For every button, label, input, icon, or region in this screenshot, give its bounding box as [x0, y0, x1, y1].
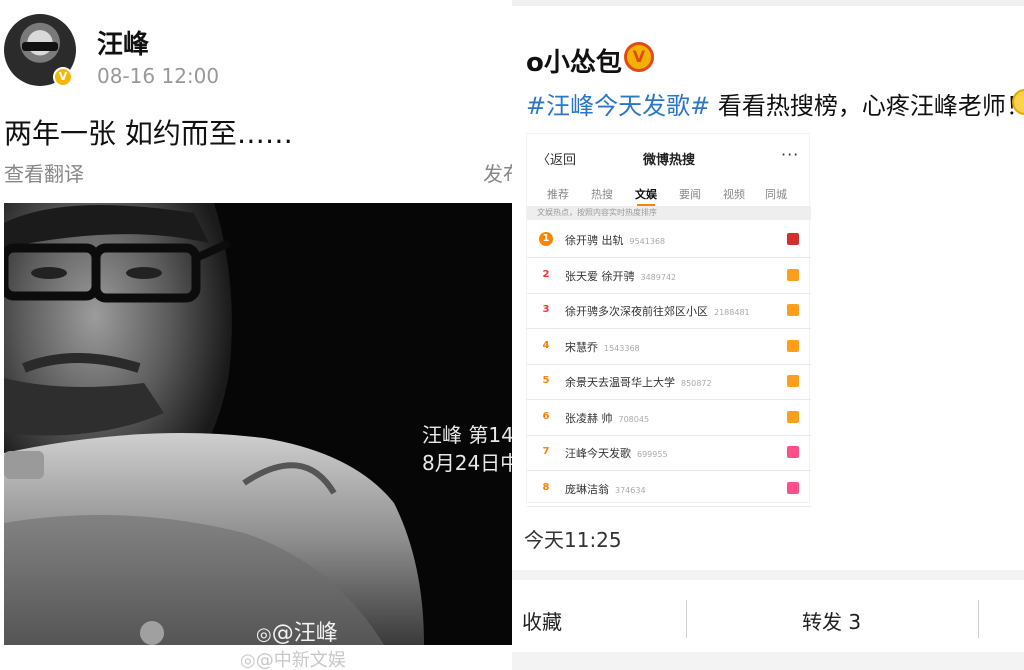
username[interactable]: o小怂包 [526, 42, 622, 79]
album-announcement-line1: 汪峰 第14张 [422, 423, 512, 447]
rank-title-text: 宋慧乔 [565, 340, 598, 354]
hot-search-row: 2 张天爱 徐开骋 3489742 [527, 258, 811, 294]
rank-number: 1 [539, 232, 553, 246]
rank-heat-count: 1543368 [604, 343, 640, 353]
tab-news: 要闻 [679, 188, 701, 201]
rank-heat-count: 2188481 [714, 308, 750, 317]
rank-title: 徐开骋多次深夜前往郊区小区 2188481 [565, 303, 750, 319]
rank-number: 5 [542, 375, 550, 386]
rank-title: 汪峰今天发歌 699955 [565, 445, 668, 461]
rank-title: 张天爱 徐开骋 3489742 [565, 268, 676, 284]
rank-title: 余景天去温哥华上大学 850872 [565, 374, 712, 390]
rank-heat-count: 699955 [637, 450, 668, 459]
tab-recommend: 推荐 [547, 188, 569, 201]
rank-title: 宋慧乔 1543368 [565, 339, 640, 355]
hot-search-row: 8 庞琳洁翁 374634 [527, 471, 811, 507]
screenshot-nav-bar: 〈返回 微博热搜 ··· [527, 134, 811, 180]
action-separator [686, 600, 687, 638]
photo-watermark-text: @汪峰 [271, 621, 338, 645]
hot-search-row: 3 徐开骋多次深夜前往郊区小区 2188481 [527, 293, 811, 329]
back-button: 〈返回 [537, 153, 577, 168]
rank-heat-count: 708045 [618, 414, 650, 424]
bottom-divider [512, 652, 1024, 670]
rank-tag-icon [787, 339, 799, 352]
rank-number: 8 [542, 481, 550, 493]
post-time: 08-16 12:00 [97, 64, 220, 88]
right-post-panel: o小怂包 V #汪峰今天发歌# 看看热搜榜，心疼汪峰老师！ 〈返回 微博热搜 ·… [512, 0, 1024, 670]
avatar-sunglasses [22, 42, 58, 51]
source-watermark-text: @中新文娱 [255, 650, 346, 670]
rank-number: 6 [542, 410, 550, 422]
hot-search-row: 7 汪峰今天发歌 699955 [527, 435, 811, 471]
photo-watermark: ◎@汪峰 [256, 615, 338, 645]
rank-heat-count: 850872 [681, 379, 712, 388]
rank-tag-icon [787, 481, 799, 494]
rank-title-text: 余景天去温哥华上大学 [565, 376, 675, 389]
rank-title-text: 庞琳洁翁 [565, 482, 609, 496]
post-text: 两年一张 如约而至…… [4, 117, 293, 150]
repost-button[interactable]: 转发 3 [802, 606, 861, 635]
rank-number: 3 [542, 304, 550, 315]
post-image[interactable]: 汪峰 第14张 8月24日中午 ◎@汪峰 [4, 203, 512, 645]
translate-link[interactable]: 查看翻译 [4, 158, 84, 187]
rank-tag-icon [787, 446, 799, 458]
rank-title-text: 张凌赫 帅 [565, 411, 613, 425]
rank-title-text: 徐开骋 出轨 [565, 234, 624, 247]
hashtag-link[interactable]: #汪峰今天发歌# [526, 92, 710, 120]
rank-tag-icon [787, 304, 799, 316]
rank-title-text: 张天爱 徐开骋 [565, 269, 635, 283]
screenshot-subheader: 文娱热点，按照内容实时热度排序 [527, 206, 811, 220]
weibo-logo-icon: ◎ [240, 650, 256, 670]
tab-entertainment: 文娱 [635, 188, 657, 201]
rank-title: 徐开骋 出轨 9541368 [565, 232, 665, 248]
post-text-body: 看看热搜榜，心疼汪峰老师！ [710, 92, 1024, 120]
hot-search-row: 6 张凌赫 帅 708045 [527, 400, 811, 436]
publish-time-label: 发布 [483, 162, 512, 186]
rank-tag-icon [787, 233, 799, 245]
rank-title-text: 汪峰今天发歌 [565, 447, 631, 460]
hot-search-screenshot[interactable]: 〈返回 微博热搜 ··· 推荐 热搜 文娱 要闻 视频 同城 文娱热点，按照内容… [526, 133, 811, 507]
rank-number: 7 [542, 446, 550, 457]
left-post-panel: V 汪峰 08-16 12:00 两年一张 如约而至…… 查看翻译 发布 [0, 0, 512, 670]
rank-number: 2 [542, 268, 550, 280]
screenshot-tabs: 推荐 热搜 文娱 要闻 视频 同城 [527, 182, 811, 206]
post-time: 今天11:25 [524, 528, 622, 552]
top-divider [512, 0, 1024, 6]
rank-title-text: 徐开骋多次深夜前往郊区小区 [565, 305, 708, 318]
source-watermark: ◎@中新文娱 [240, 646, 346, 670]
rank-heat-count: 3489742 [640, 272, 677, 282]
rank-tag-icon [787, 410, 799, 423]
section-divider [512, 570, 1024, 580]
weibo-logo-icon: ◎ [256, 624, 272, 645]
rank-heat-count: 374634 [615, 485, 646, 495]
username[interactable]: 汪峰 [97, 24, 149, 61]
save-button[interactable]: 收藏 [522, 606, 562, 635]
screenshot-title: 微博热搜 [643, 153, 696, 168]
rank-heat-count: 9541368 [629, 237, 666, 246]
tab-hot: 热搜 [591, 188, 613, 201]
more-icon: ··· [781, 145, 800, 164]
hot-search-row: 1 徐开骋 出轨 9541368 [527, 222, 811, 258]
subheader-text: 文娱热点，按照内容实时热度排序 [537, 208, 657, 217]
rank-number: 4 [542, 339, 550, 351]
rank-tag-icon [787, 375, 799, 387]
album-announcement-line2: 8月24日中午 [422, 451, 512, 475]
verified-badge-icon: V [53, 67, 73, 87]
hot-search-row: 5 余景天去温哥华上大学 850872 [527, 364, 811, 400]
rank-title: 张凌赫 帅 708045 [565, 410, 649, 426]
tab-local: 同城 [765, 188, 787, 201]
verified-v-icon: V [624, 42, 654, 72]
rank-title: 庞琳洁翁 374634 [565, 481, 646, 497]
tab-video: 视频 [723, 188, 745, 201]
rank-tag-icon [787, 268, 799, 281]
action-separator [978, 600, 979, 638]
post-text: #汪峰今天发歌# 看看热搜榜，心疼汪峰老师！ [526, 86, 1024, 121]
hot-search-row: 4 宋慧乔 1543368 [527, 329, 811, 365]
